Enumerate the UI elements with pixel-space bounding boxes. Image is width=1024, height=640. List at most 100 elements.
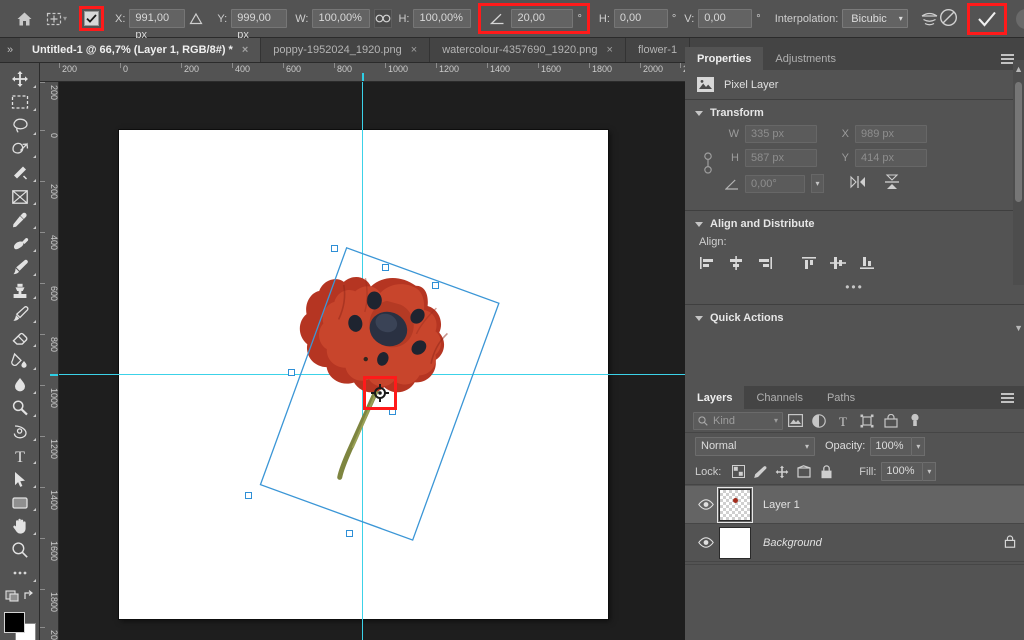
skew-h-field[interactable]: 0,00 bbox=[614, 9, 668, 28]
align-right-edges-icon[interactable] bbox=[757, 256, 773, 273]
transform-bounding-box[interactable] bbox=[59, 82, 685, 640]
filter-adjustment-icon[interactable] bbox=[807, 411, 831, 431]
flip-vertical-icon[interactable] bbox=[884, 173, 900, 194]
layer-thumbnail[interactable] bbox=[719, 489, 751, 521]
blur-tool-icon[interactable] bbox=[1, 373, 39, 397]
transform-angle-field[interactable]: 0,00° bbox=[745, 175, 805, 193]
warp-mode-icon[interactable] bbox=[920, 7, 939, 31]
opacity-field[interactable]: 100% bbox=[870, 437, 912, 456]
filter-shape-icon[interactable] bbox=[855, 411, 879, 431]
transform-x-field[interactable]: 989 px bbox=[855, 125, 927, 143]
rotate-angle-field[interactable]: 20,00 bbox=[511, 9, 573, 28]
scroll-down-arrow-icon[interactable]: ▼ bbox=[1014, 323, 1023, 333]
fill-field[interactable]: 100% bbox=[881, 462, 923, 481]
transform-y-field[interactable]: 414 px bbox=[855, 149, 927, 167]
gradient-tool-icon[interactable] bbox=[1, 350, 39, 374]
align-more-options-icon[interactable]: ••• bbox=[685, 273, 1024, 294]
close-icon[interactable]: × bbox=[411, 44, 417, 56]
align-bottom-edges-icon[interactable] bbox=[859, 256, 875, 273]
history-brush-tool-icon[interactable] bbox=[1, 302, 39, 326]
tab-properties[interactable]: Properties bbox=[685, 47, 763, 70]
height-percent-field[interactable]: 100,00% bbox=[413, 9, 471, 28]
share-button[interactable]: Share bbox=[1016, 9, 1024, 29]
layer-name[interactable]: Background bbox=[763, 537, 822, 549]
y-position-field[interactable]: 999,00 px bbox=[231, 9, 287, 28]
scroll-up-arrow-icon[interactable]: ▲ bbox=[1014, 64, 1023, 74]
x-position-field[interactable]: 991,00 px bbox=[129, 9, 185, 28]
close-icon[interactable]: × bbox=[607, 44, 613, 56]
lock-transparent-pixels-icon[interactable] bbox=[727, 462, 749, 482]
cancel-transform-icon[interactable] bbox=[939, 8, 958, 30]
dodge-tool-icon[interactable] bbox=[1, 397, 39, 421]
rectangle-tool-icon[interactable] bbox=[1, 491, 39, 515]
filter-smart-object-icon[interactable] bbox=[879, 411, 903, 431]
chevron-double-left-icon[interactable]: » bbox=[0, 38, 20, 62]
transform-h-field[interactable]: 587 px bbox=[745, 149, 817, 167]
properties-scrollbar-thumb[interactable] bbox=[1015, 82, 1022, 202]
lasso-tool-icon[interactable] bbox=[1, 114, 39, 138]
align-vertical-centers-icon[interactable] bbox=[830, 256, 846, 273]
tab-watercolour[interactable]: watercolour-4357690_1920.png × bbox=[430, 38, 626, 62]
flip-horizontal-icon[interactable] bbox=[848, 175, 868, 192]
tool-preset-chevron-icon[interactable]: ▾ bbox=[63, 7, 67, 31]
auto-select-checkbox[interactable] bbox=[84, 11, 99, 26]
filter-type-icon[interactable]: T bbox=[831, 411, 855, 431]
horizontal-type-tool-icon[interactable]: T bbox=[1, 444, 39, 468]
layer-name[interactable]: Layer 1 bbox=[763, 499, 800, 511]
screen-mode-icon[interactable] bbox=[1, 585, 39, 606]
object-selection-tool-icon[interactable] bbox=[1, 138, 39, 162]
lock-all-icon[interactable] bbox=[815, 462, 837, 482]
layer-thumbnail[interactable] bbox=[719, 527, 751, 559]
layer-filter-kind-select[interactable]: Kind ▾ bbox=[693, 412, 783, 430]
eye-visibility-icon[interactable] bbox=[693, 499, 719, 510]
transform-w-field[interactable]: 335 px bbox=[745, 125, 817, 143]
interpolation-select[interactable]: Bicubic ▾ bbox=[842, 9, 907, 28]
tab-adjustments[interactable]: Adjustments bbox=[763, 47, 848, 70]
vertical-ruler[interactable]: 200 0 200 400 600 800 1000 1200 1400 160… bbox=[40, 82, 59, 640]
lock-image-pixels-icon[interactable] bbox=[749, 462, 771, 482]
document-viewport[interactable] bbox=[59, 82, 685, 640]
layer-row-background[interactable]: Background bbox=[685, 524, 1024, 562]
width-percent-field[interactable]: 100,00% bbox=[312, 9, 370, 28]
edit-toolbar-ellipsis-icon[interactable] bbox=[1, 561, 39, 585]
tab-channels[interactable]: Channels bbox=[744, 386, 814, 409]
tab-flower-1[interactable]: flower-1 bbox=[626, 38, 690, 62]
eye-visibility-icon[interactable] bbox=[693, 537, 719, 548]
hand-tool-icon[interactable] bbox=[1, 514, 39, 538]
home-icon[interactable] bbox=[16, 6, 33, 32]
tab-poppy[interactable]: poppy-1952024_1920.png × bbox=[261, 38, 430, 62]
opacity-chevron-icon[interactable]: ▾ bbox=[912, 437, 925, 456]
foreground-color-swatch[interactable] bbox=[4, 612, 25, 633]
align-left-edges-icon[interactable] bbox=[699, 256, 715, 273]
eyedropper-tool-icon[interactable] bbox=[1, 208, 39, 232]
layer-row-layer-1[interactable]: Layer 1 bbox=[685, 486, 1024, 524]
reference-point-grid-icon[interactable] bbox=[105, 9, 107, 29]
tab-untitled-1[interactable]: Untitled-1 @ 66,7% (Layer 1, RGB/8#) * × bbox=[20, 38, 261, 62]
link-wh-icon[interactable] bbox=[699, 149, 717, 177]
filter-pixel-icon[interactable] bbox=[783, 411, 807, 431]
quick-actions-title[interactable]: Quick Actions bbox=[685, 312, 1024, 324]
properties-scrollbar-track[interactable]: ▲ bbox=[1013, 60, 1024, 285]
spot-healing-brush-tool-icon[interactable] bbox=[1, 232, 39, 256]
chevron-down-icon[interactable]: ▾ bbox=[811, 174, 824, 193]
lock-artboard-nesting-icon[interactable] bbox=[793, 462, 815, 482]
tab-layers[interactable]: Layers bbox=[685, 386, 744, 409]
tab-paths[interactable]: Paths bbox=[815, 386, 867, 409]
close-icon[interactable]: × bbox=[242, 44, 248, 56]
crop-tool-icon[interactable] bbox=[1, 161, 39, 185]
lock-position-icon[interactable] bbox=[771, 462, 793, 482]
skew-v-field[interactable]: 0,00 bbox=[698, 9, 752, 28]
panel-menu-icon[interactable] bbox=[1001, 386, 1024, 409]
rectangular-marquee-tool-icon[interactable] bbox=[1, 91, 39, 115]
path-selection-tool-icon[interactable] bbox=[1, 467, 39, 491]
frame-tool-icon[interactable] bbox=[1, 185, 39, 209]
blend-mode-select[interactable]: Normal ▾ bbox=[695, 437, 815, 456]
zoom-tool-icon[interactable] bbox=[1, 538, 39, 562]
fill-chevron-icon[interactable]: ▾ bbox=[923, 462, 936, 481]
maintain-aspect-ratio-icon[interactable] bbox=[374, 9, 392, 28]
filter-toggle-icon[interactable] bbox=[903, 411, 927, 431]
brush-tool-icon[interactable] bbox=[1, 255, 39, 279]
eraser-tool-icon[interactable] bbox=[1, 326, 39, 350]
pen-tool-icon[interactable] bbox=[1, 420, 39, 444]
color-swatches[interactable] bbox=[3, 612, 37, 640]
